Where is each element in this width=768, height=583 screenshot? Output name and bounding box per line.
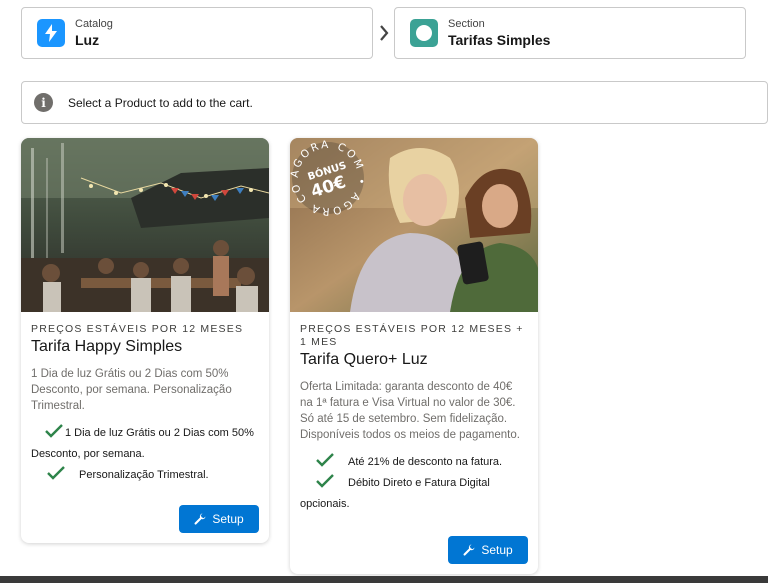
product-image-party [21,138,269,312]
catalog-label: Catalog [75,18,113,30]
feature-item: Débito Direto e Fatura Digital opcionais… [300,473,528,515]
feature-text: Até 21% de desconto na fatura. [348,456,503,468]
check-icon [300,453,348,467]
section-breadcrumb[interactable]: Section Tarifas Simples [394,7,746,59]
product-card-quero-luz[interactable]: AGORA COM • AGORA COM • BÓNUS 40€ PREÇOS… [290,138,538,574]
section-value: Tarifas Simples [448,32,551,48]
catalog-value: Luz [75,32,100,48]
feature-text: Personalização Trimestral. [79,469,209,481]
section-label: Section [448,18,485,30]
chevron-right-icon [373,20,394,46]
check-icon [300,474,348,488]
info-banner: i Select a Product to add to the cart. [21,81,768,124]
product-image-women-phone: AGORA COM • AGORA COM • BÓNUS 40€ [290,138,538,312]
product-title: Tarifa Quero+ Luz [300,351,428,368]
product-card-happy-simples[interactable]: PREÇOS ESTÁVEIS POR 12 MESES Tarifa Happ… [21,138,269,543]
feature-list: Até 21% de desconto na fatura. Débito Di… [300,452,528,515]
feature-text: 1 Dia de luz Grátis ou 2 Dias com 50% De… [31,427,254,460]
feature-item: Personalização Trimestral. [31,465,259,486]
check-icon [31,424,65,438]
wrench-icon [463,544,475,556]
setup-label: Setup [481,543,513,557]
info-icon: i [34,93,53,112]
bottom-edge-bar [0,576,768,583]
setup-button[interactable]: Setup [179,505,259,533]
feature-item: Até 21% de desconto na fatura. [300,452,528,473]
product-description: Oferta Limitada: garanta desconto de 40€… [300,381,520,441]
setup-label: Setup [212,512,244,526]
setup-button[interactable]: Setup [448,536,528,564]
circle-icon [410,19,438,47]
check-icon [31,466,79,480]
product-description: 1 Dia de luz Grátis ou 2 Dias com 50% De… [31,368,232,412]
product-eyebrow: PREÇOS ESTÁVEIS POR 12 MESES [31,323,244,335]
product-eyebrow: PREÇOS ESTÁVEIS POR 12 MESES + 1 MES [300,323,524,348]
feature-list: 1 Dia de luz Grátis ou 2 Dias com 50% De… [31,423,259,486]
lightning-icon [37,19,65,47]
feature-item: 1 Dia de luz Grátis ou 2 Dias com 50% De… [31,423,259,465]
catalog-breadcrumb[interactable]: Catalog Luz [21,7,373,59]
product-title: Tarifa Happy Simples [31,338,183,355]
wrench-icon [194,513,206,525]
info-text: Select a Product to add to the cart. [68,95,253,110]
